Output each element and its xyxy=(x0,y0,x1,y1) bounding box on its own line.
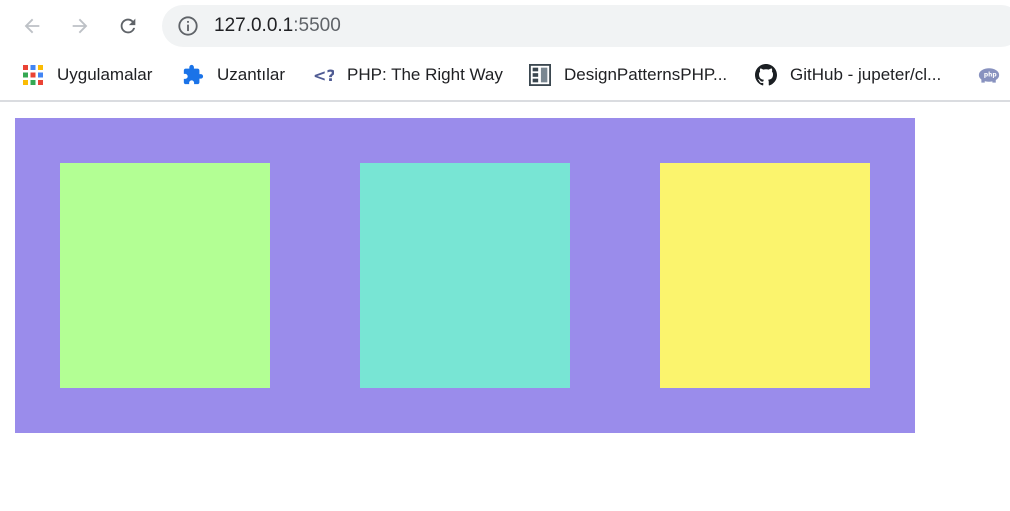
info-icon[interactable] xyxy=(177,15,199,37)
puzzle-extension-icon xyxy=(182,64,204,86)
browser-toolbar: 127.0.0.1:5500 xyxy=(0,0,1010,52)
design-patterns-icon xyxy=(529,64,551,86)
reload-icon xyxy=(120,18,136,34)
reload-button[interactable] xyxy=(112,10,144,42)
php-elephant-icon: php xyxy=(978,64,1000,86)
teal-box xyxy=(360,163,570,388)
address-bar[interactable]: 127.0.0.1:5500 xyxy=(162,5,1010,47)
bookmarks-bar: Uygulamalar Uzantılar <? PHP: The Right … xyxy=(0,52,1010,102)
github-icon xyxy=(755,64,777,86)
bookmark-label: DesignPatternsPHP... xyxy=(564,65,728,84)
url-port: :5500 xyxy=(293,15,341,36)
url-host: 127.0.0.1 xyxy=(214,15,294,36)
page-viewport xyxy=(0,102,1010,511)
svg-text:<?: <? xyxy=(313,66,334,85)
url-text: 127.0.0.1:5500 xyxy=(214,15,341,37)
flex-container xyxy=(15,118,915,433)
bookmark-github[interactable]: GitHub - jupeter/cl... xyxy=(755,62,941,88)
back-button[interactable] xyxy=(16,10,48,42)
bookmark-label: Uzantılar xyxy=(217,65,286,84)
bookmark-label: PHP: The Right Way xyxy=(347,65,503,84)
bookmark-php-elephant[interactable]: php xyxy=(978,62,1010,88)
bookmark-label: GitHub - jupeter/cl... xyxy=(790,65,942,84)
php-right-way-icon: <? xyxy=(312,64,334,86)
green-box xyxy=(60,163,270,388)
back-arrow-icon xyxy=(24,18,40,34)
apps-grid-icon xyxy=(22,64,44,86)
bookmark-apps[interactable]: Uygulamalar xyxy=(22,62,152,88)
svg-text:php: php xyxy=(984,73,997,79)
forward-arrow-icon xyxy=(72,18,88,34)
bookmark-php-right-way[interactable]: <? PHP: The Right Way xyxy=(312,62,503,88)
bookmark-extensions[interactable]: Uzantılar xyxy=(182,62,285,88)
bookmark-label: Uygulamalar xyxy=(57,65,153,84)
bookmark-design-patterns[interactable]: DesignPatternsPHP... xyxy=(529,62,727,88)
yellow-box xyxy=(660,163,870,388)
forward-button[interactable] xyxy=(64,10,96,42)
